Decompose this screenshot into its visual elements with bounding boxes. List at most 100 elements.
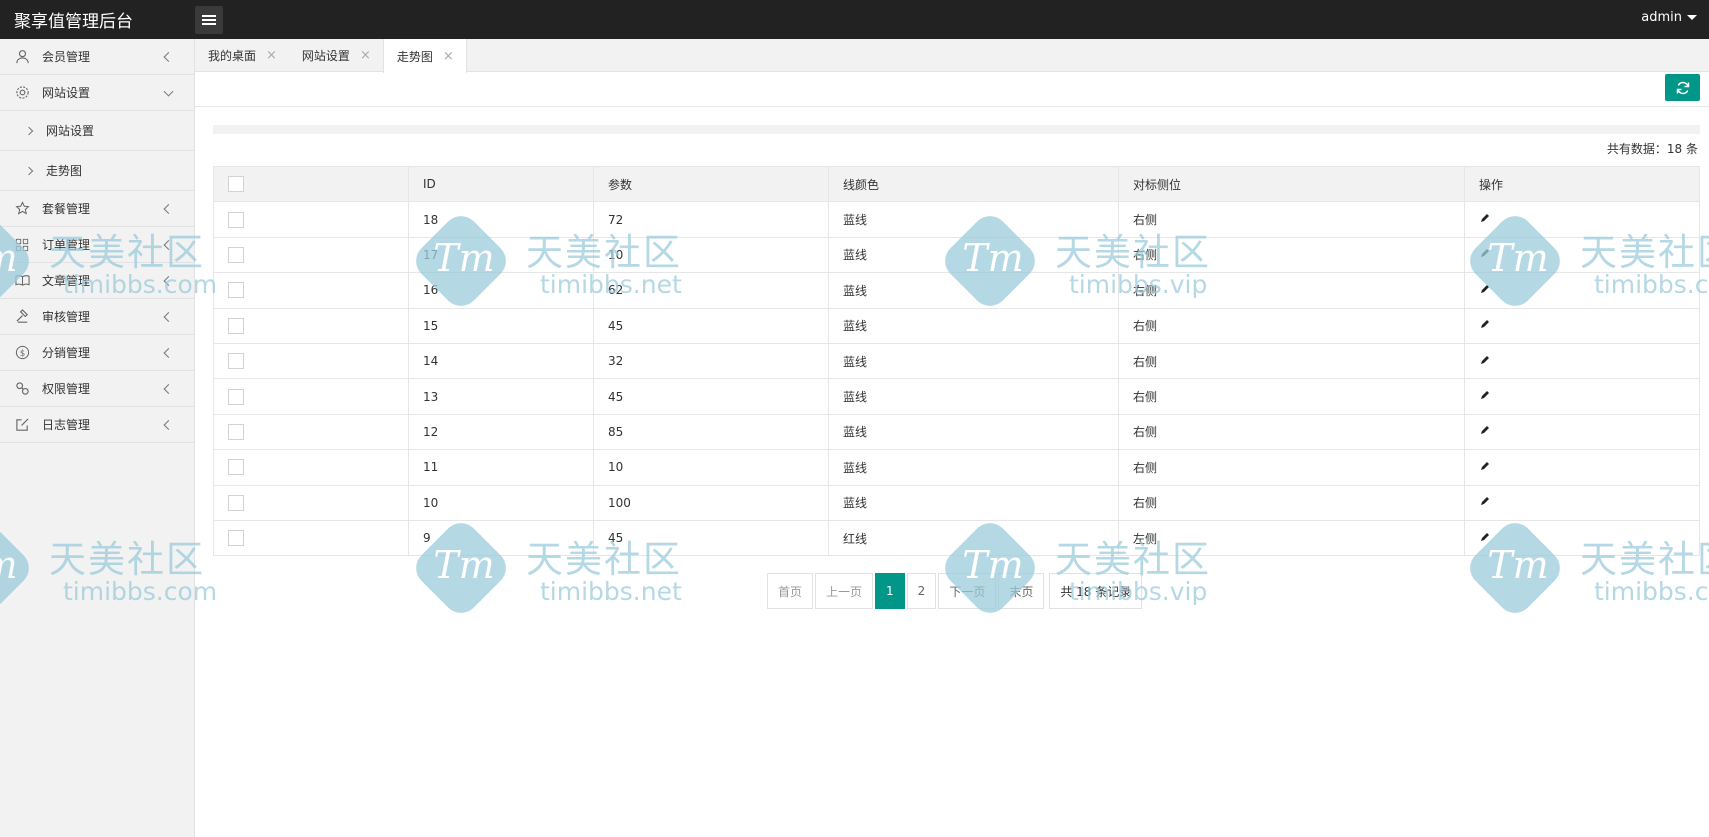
row-select-cell (213, 342, 409, 380)
cell-side: 右侧 (1118, 201, 1465, 238)
edit-icon[interactable] (1479, 354, 1491, 369)
edit-icon[interactable] (1479, 389, 1491, 404)
row-select-cell (213, 272, 409, 309)
sidebar-item-label: 网站设置 (42, 86, 91, 100)
tab-site-settings[interactable]: 网站设置 × (289, 39, 383, 72)
row-checkbox[interactable] (228, 211, 244, 228)
sidebar-item-members[interactable]: 会员管理 (0, 39, 194, 75)
cell-actions (1464, 307, 1700, 344)
table-row: 10 100 蓝线 右侧 (213, 484, 1700, 521)
row-checkbox[interactable] (228, 317, 244, 334)
tab-my-desktop[interactable]: 我的桌面 × (195, 39, 289, 72)
edit-icon[interactable] (1479, 283, 1491, 298)
cell-line-color: 蓝线 (828, 342, 1119, 380)
select-all-checkbox[interactable] (228, 176, 244, 193)
tab-label: 我的桌面 (208, 49, 257, 63)
edit-icon[interactable] (1479, 495, 1491, 510)
row-checkbox[interactable] (228, 388, 244, 405)
book-icon (14, 273, 30, 289)
chevron-left-icon (163, 275, 174, 286)
table-row: 13 45 蓝线 右侧 (213, 378, 1700, 415)
cell-actions (1464, 484, 1700, 521)
cell-line-color: 蓝线 (828, 236, 1119, 274)
sidebar-subitem-label: 网站设置 (46, 124, 95, 138)
row-checkbox[interactable] (228, 353, 244, 370)
chevron-left-icon (163, 311, 174, 322)
edit-icon[interactable] (1479, 424, 1491, 439)
cell-id: 13 (408, 378, 594, 415)
edit-square-icon (14, 417, 30, 433)
cell-side: 右侧 (1118, 484, 1465, 521)
cell-line-color: 蓝线 (828, 378, 1119, 415)
caret-down-icon (1687, 15, 1697, 20)
cell-line-color: 蓝线 (828, 413, 1119, 451)
row-checkbox[interactable] (228, 282, 244, 299)
app-title: 聚享值管理后台 (14, 12, 133, 32)
row-select-cell (213, 519, 409, 557)
sidebar-item-orders[interactable]: 订单管理 (0, 227, 194, 263)
page-2-button[interactable]: 2 (906, 573, 937, 609)
sidebar-item-articles[interactable]: 文章管理 (0, 263, 194, 299)
cell-id: 16 (408, 272, 594, 309)
row-select-cell (213, 413, 409, 451)
sidebar-item-site-settings[interactable]: 网站设置 (0, 75, 194, 111)
row-checkbox[interactable] (228, 246, 244, 263)
sidebar-item-packages[interactable]: 套餐管理 (0, 191, 194, 227)
sidebar-subitem-trend-chart[interactable]: 走势图 (0, 151, 194, 191)
cell-line-color: 蓝线 (828, 484, 1119, 521)
row-checkbox[interactable] (228, 423, 244, 440)
chevron-right-icon (24, 166, 34, 175)
edit-icon[interactable] (1479, 531, 1491, 546)
table-row: 17 10 蓝线 右侧 (213, 236, 1700, 274)
prev-page-button[interactable]: 上一页 (815, 573, 874, 609)
cell-side: 左侧 (1118, 519, 1465, 557)
cell-side: 右侧 (1118, 272, 1465, 309)
row-checkbox[interactable] (228, 494, 244, 511)
cell-param: 45 (593, 307, 829, 344)
cell-line-color: 蓝线 (828, 272, 1119, 309)
sidebar-item-logs[interactable]: 日志管理 (0, 407, 194, 443)
cell-id: 15 (408, 307, 594, 344)
edit-icon[interactable] (1479, 318, 1491, 333)
cell-id: 18 (408, 201, 594, 238)
row-select-cell (213, 449, 409, 486)
refresh-button[interactable] (1665, 74, 1700, 101)
column-header-actions: 操作 (1464, 165, 1700, 203)
tab-trend-chart[interactable]: 走势图 × (382, 39, 467, 73)
close-icon[interactable]: × (266, 48, 277, 63)
sidebar-item-review[interactable]: 审核管理 (0, 299, 194, 335)
close-icon[interactable]: × (360, 48, 371, 63)
menu-toggle-button[interactable] (195, 5, 223, 34)
cell-param: 32 (593, 342, 829, 380)
row-checkbox[interactable] (228, 530, 244, 547)
sidebar-item-label: 套餐管理 (42, 202, 91, 216)
next-page-button[interactable]: 下一页 (938, 573, 997, 609)
star-icon (14, 201, 30, 217)
first-page-button[interactable]: 首页 (767, 573, 814, 609)
sidebar-subitem-site-settings[interactable]: 网站设置 (0, 111, 194, 151)
last-page-button[interactable]: 末页 (998, 573, 1045, 609)
user-menu[interactable]: admin (1641, 10, 1697, 25)
gear-icon (14, 85, 30, 101)
edit-icon[interactable] (1479, 247, 1491, 262)
cell-actions (1464, 342, 1700, 380)
row-checkbox[interactable] (228, 459, 244, 476)
edit-icon[interactable] (1479, 212, 1491, 227)
cell-line-color: 红线 (828, 519, 1119, 557)
page-1-button[interactable]: 1 (875, 573, 905, 609)
tab-label: 走势图 (396, 49, 433, 64)
cell-line-color: 蓝线 (828, 201, 1119, 238)
sidebar-item-distribution[interactable]: $ 分销管理 (0, 335, 194, 371)
row-select-cell (213, 307, 409, 344)
cell-actions (1464, 449, 1700, 486)
chevron-left-icon (163, 419, 174, 430)
filter-strip (213, 125, 1700, 134)
tab-bar: 我的桌面 × 网站设置 × 走势图 × (195, 39, 1709, 73)
close-icon[interactable]: × (443, 49, 454, 64)
cell-param: 100 (593, 484, 829, 521)
sidebar-item-permissions[interactable]: 权限管理 (0, 371, 194, 407)
edit-icon[interactable] (1479, 460, 1491, 475)
column-header-side: 对标侧位 (1118, 165, 1465, 203)
sidebar-item-label: 日志管理 (42, 418, 91, 432)
cell-id: 17 (408, 236, 594, 274)
